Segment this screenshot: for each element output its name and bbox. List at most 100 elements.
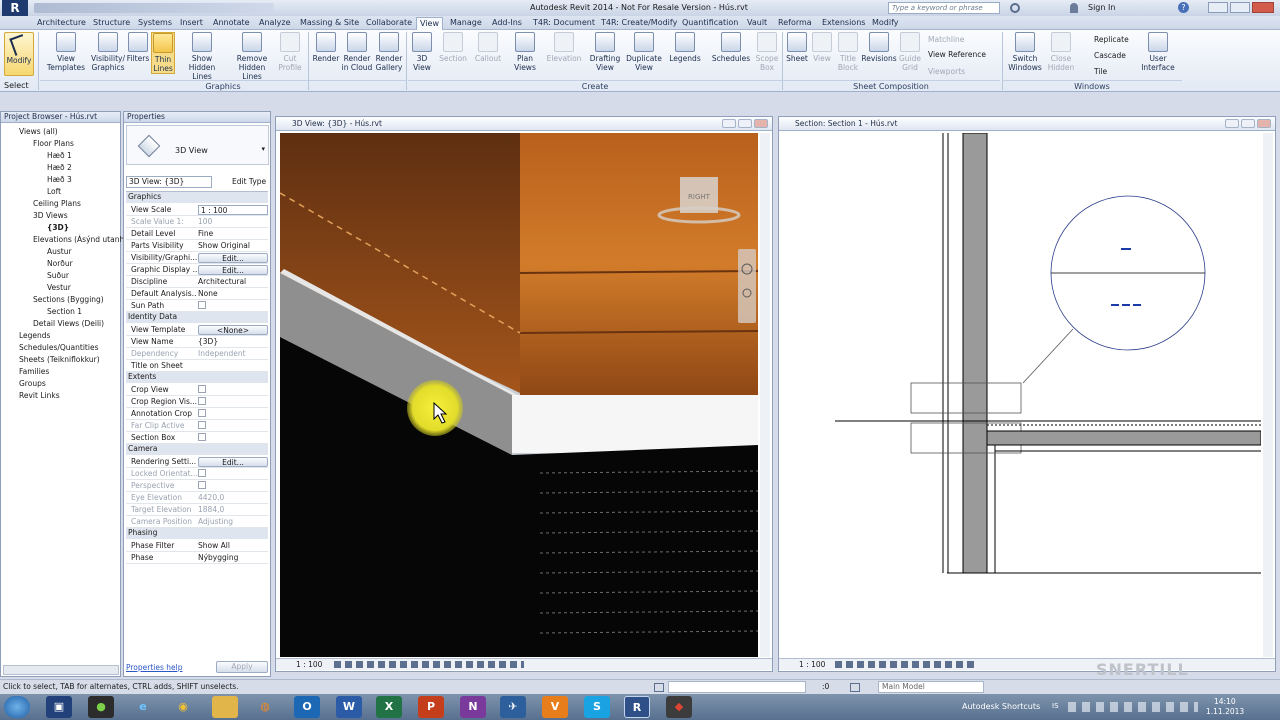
property-value[interactable]: Architectural xyxy=(198,277,268,287)
tab-quantification[interactable]: Quantification xyxy=(682,17,738,30)
view-control-icons[interactable] xyxy=(334,661,524,668)
start-button-icon[interactable] xyxy=(4,696,30,718)
tree-item-groups[interactable]: Groups xyxy=(19,379,46,388)
user-interface-button[interactable]: User Interface xyxy=(1138,32,1178,72)
tree-item-loft[interactable]: Loft xyxy=(47,187,61,196)
scope-box-button[interactable]: Scope Box xyxy=(754,32,780,72)
modify-button[interactable]: Modify xyxy=(4,32,34,76)
property-edit-button[interactable]: Edit... xyxy=(198,457,268,467)
section-view-scale[interactable]: 1 : 100 xyxy=(799,659,825,670)
tree-item-section-1[interactable]: Section 1 xyxy=(47,307,82,316)
property-checkbox[interactable] xyxy=(198,301,268,311)
tab-systems[interactable]: Systems xyxy=(138,17,172,30)
apply-button[interactable]: Apply xyxy=(216,661,268,673)
tray-icons[interactable] xyxy=(1068,702,1198,712)
sign-in-link[interactable]: Sign In xyxy=(1088,3,1115,12)
tree-item-sudur[interactable]: Suður xyxy=(47,271,69,280)
view-reference-button[interactable]: View Reference xyxy=(928,50,986,59)
view-button[interactable]: View xyxy=(810,32,834,63)
onenote-icon[interactable]: N xyxy=(460,696,486,718)
edit-type-button[interactable]: Edit Type xyxy=(216,176,268,188)
section-view-control-icons[interactable] xyxy=(835,661,975,668)
tree-item-detail-views[interactable]: Detail Views (Deili) xyxy=(33,319,104,328)
navigation-bar[interactable] xyxy=(738,249,756,323)
section-window-controls[interactable] xyxy=(1223,119,1271,132)
tree-item-haed-2[interactable]: Hæð 2 xyxy=(47,163,72,172)
view-templates-button[interactable]: View Templates xyxy=(44,32,88,72)
drafting-view-button[interactable]: Drafting View xyxy=(588,32,622,72)
recording-app-icon[interactable]: ◆ xyxy=(666,696,692,718)
tab-collaborate[interactable]: Collaborate xyxy=(366,17,412,30)
filters-button[interactable]: Filters xyxy=(126,32,150,63)
cascade-button[interactable]: Cascade xyxy=(1094,51,1126,60)
property-category[interactable]: Identity Data xyxy=(126,312,268,323)
tree-item-3d[interactable]: {3D} xyxy=(47,223,69,232)
tab-massing-site[interactable]: Massing & Site xyxy=(300,17,359,30)
tab-extensions[interactable]: Extensions xyxy=(822,17,865,30)
tree-item-views-all[interactable]: Views (all) xyxy=(19,127,58,136)
excel-icon[interactable]: X xyxy=(376,696,402,718)
search-field[interactable]: Type a keyword or phrase xyxy=(888,2,1000,14)
vlc-icon[interactable]: V xyxy=(542,696,568,718)
properties-help-link[interactable]: Properties help xyxy=(126,663,183,672)
show-hidden-lines-button[interactable]: Show Hidden Lines xyxy=(178,32,226,81)
tab-add-ins[interactable]: Add-Ins xyxy=(492,17,522,30)
tab-analyze[interactable]: Analyze xyxy=(259,17,291,30)
tree-item-vestur[interactable]: Vestur xyxy=(47,283,71,292)
search-icon[interactable] xyxy=(1010,3,1020,13)
maximize-icon[interactable] xyxy=(1230,2,1250,13)
tab-t4r-document[interactable]: T4R: Document xyxy=(533,17,595,30)
3d-view-scale[interactable]: 1 : 100 xyxy=(296,659,322,670)
minimize-icon[interactable] xyxy=(1208,2,1228,13)
window-controls[interactable] xyxy=(1208,2,1276,13)
3d-view-button[interactable]: 3D View xyxy=(410,32,434,72)
elevation-button[interactable]: Elevation xyxy=(544,32,584,63)
revisions-button[interactable]: Revisions xyxy=(860,32,898,63)
property-value[interactable]: 1 : 100 xyxy=(198,205,268,215)
property-value[interactable]: None xyxy=(198,289,268,299)
guide-grid-button[interactable]: Guide Grid xyxy=(898,32,922,72)
tree-item-families[interactable]: Families xyxy=(19,367,49,376)
tree-item-elevations[interactable]: Elevations (Ásýnd utanhú xyxy=(33,235,129,244)
property-category[interactable]: Phasing xyxy=(126,528,268,539)
property-category[interactable]: Camera xyxy=(126,444,268,455)
tab-reforma[interactable]: Reforma xyxy=(778,17,812,30)
project-browser-hscrollbar[interactable] xyxy=(3,665,119,675)
spotify-icon[interactable]: ● xyxy=(88,696,114,718)
tab-view[interactable]: View xyxy=(416,17,443,30)
tree-item-austur[interactable]: Austur xyxy=(47,247,72,256)
file-explorer-icon[interactable] xyxy=(212,696,238,718)
section-vscrollbar[interactable] xyxy=(1263,133,1273,657)
tab-architecture[interactable]: Architecture xyxy=(37,17,86,30)
section-button[interactable]: Section xyxy=(437,32,469,63)
checkbox-icon[interactable] xyxy=(198,421,206,429)
3d-viewport[interactable]: RIGHT xyxy=(280,133,758,657)
tree-item-3d-views[interactable]: 3D Views xyxy=(33,211,68,220)
matchline-button[interactable]: Matchline xyxy=(928,35,964,44)
plan-views-button[interactable]: Plan Views xyxy=(510,32,540,72)
worksets-icon[interactable] xyxy=(654,683,664,692)
thin-lines-button[interactable]: Thin Lines xyxy=(151,32,175,74)
duplicate-view-button[interactable]: Duplicate View xyxy=(625,32,663,72)
main-model-dropdown[interactable]: Main Model xyxy=(878,681,984,693)
property-edit-button[interactable]: <None> xyxy=(198,325,268,335)
checkbox-icon[interactable] xyxy=(198,481,206,489)
chrome-icon[interactable]: ◉ xyxy=(170,696,196,718)
property-checkbox[interactable] xyxy=(198,409,268,419)
close-icon[interactable] xyxy=(1252,2,1274,13)
tree-item-floor-plans[interactable]: Floor Plans xyxy=(33,139,74,148)
tab-t4r-create-modify[interactable]: T4R: Create/Modify xyxy=(601,17,677,30)
checkbox-icon[interactable] xyxy=(198,469,206,477)
clock-date[interactable]: 1.11.2013 xyxy=(1206,707,1244,716)
tile-button[interactable]: Tile xyxy=(1094,67,1107,76)
property-checkbox[interactable] xyxy=(198,385,268,395)
skype-icon[interactable]: S xyxy=(584,696,610,718)
tree-item-revit-links[interactable]: Revit Links xyxy=(19,391,60,400)
tree-item-ceiling-plans[interactable]: Ceiling Plans xyxy=(33,199,81,208)
clock-time[interactable]: 14:10 xyxy=(1214,697,1236,706)
save-app-icon[interactable]: ▣ xyxy=(46,696,72,718)
close-hidden-button[interactable]: Close Hidden xyxy=(1046,32,1076,72)
revit-taskbar-icon[interactable]: R xyxy=(624,696,650,718)
render-button[interactable]: Render xyxy=(312,32,340,63)
property-category[interactable]: Extents xyxy=(126,372,268,383)
